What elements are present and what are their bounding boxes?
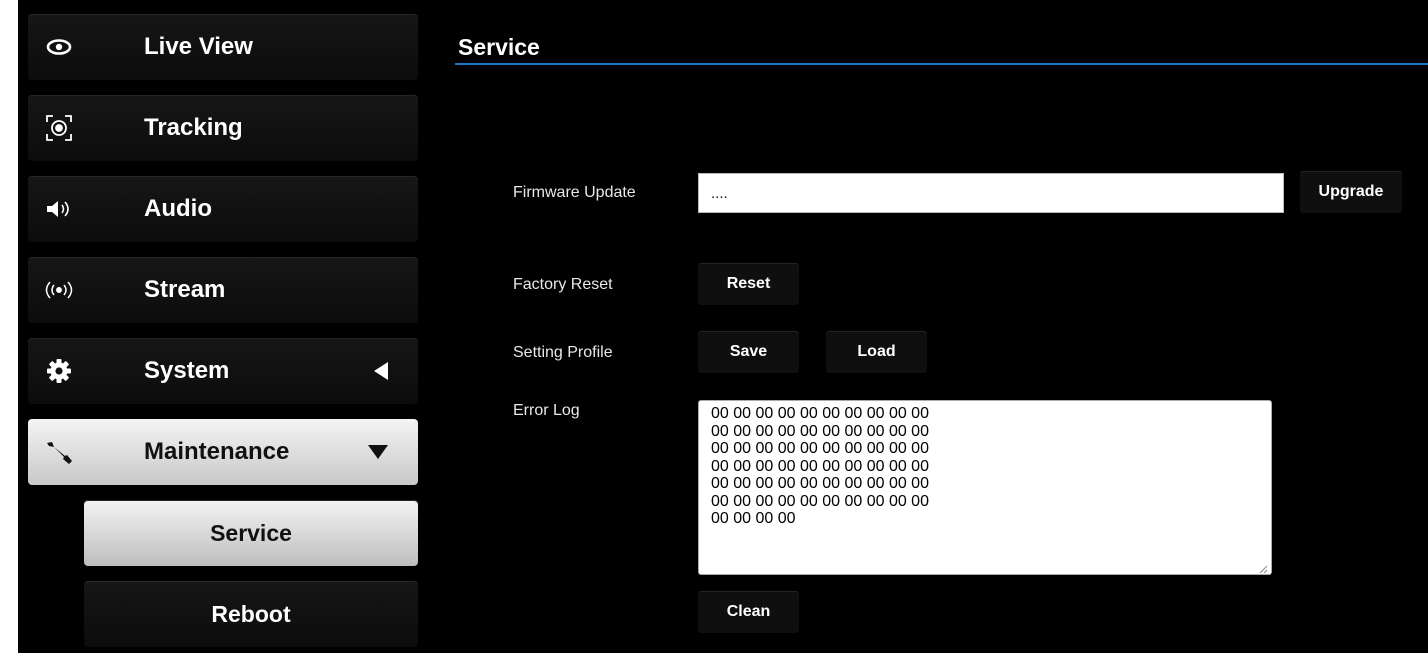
log-line: 00 00 00 00 00 00 00 00 00 00: [711, 440, 929, 457]
wrench-icon: [28, 419, 90, 485]
log-line: 00 00 00 00 00 00 00 00 00 00: [711, 475, 929, 492]
app-window: Live View Tracking Audio Stream System M…: [0, 0, 1428, 653]
sidebar-subitem-label: Reboot: [211, 600, 291, 627]
log-line: 00 00 00 00 00 00 00 00 00 00: [711, 422, 929, 440]
chevron-down-icon: [368, 419, 388, 485]
chevron-left-icon: [374, 338, 388, 404]
page-title: Service: [458, 34, 540, 60]
sidebar-item-label: Maintenance: [144, 438, 290, 465]
log-line: 00 00 00 00: [711, 510, 796, 527]
sidebar-item-audio[interactable]: Audio: [28, 176, 418, 242]
sidebar-item-maintenance[interactable]: Maintenance: [28, 419, 418, 485]
sidebar-item-label: Tracking: [144, 114, 243, 141]
resize-handle-icon[interactable]: [1258, 561, 1268, 574]
error-log-textarea[interactable]: 00 00 00 00 00 00 00 00 00 00 00 00 00 0…: [698, 400, 1272, 575]
sidebar-subitem-reboot[interactable]: Reboot: [84, 581, 418, 647]
sidebar-item-label: Audio: [144, 195, 212, 222]
sidebar-item-label: Live View: [144, 33, 253, 60]
sidebar-item-tracking[interactable]: Tracking: [28, 95, 418, 161]
title-divider: [455, 63, 1428, 65]
load-button[interactable]: Load: [826, 331, 927, 373]
log-line: 00 00 00 00 00 00 00 00 00 00: [711, 405, 929, 422]
broadcast-icon: [28, 257, 90, 323]
reset-button[interactable]: Reset: [698, 263, 799, 305]
firmware-file-value: ....: [711, 184, 728, 202]
tracking-icon: [28, 95, 90, 161]
factory-reset-label: Factory Reset: [513, 276, 613, 293]
setting-profile-label: Setting Profile: [513, 344, 613, 361]
firmware-update-label: Firmware Update: [513, 184, 636, 201]
sidebar-item-system[interactable]: System: [28, 338, 418, 404]
firmware-file-field[interactable]: ....: [698, 173, 1284, 213]
upgrade-button[interactable]: Upgrade: [1300, 171, 1402, 213]
log-line: 00 00 00 00 00 00 00 00 00 00: [711, 457, 929, 475]
sidebar-item-label: System: [144, 357, 230, 384]
clean-button[interactable]: Clean: [698, 591, 799, 633]
sidebar-item-stream[interactable]: Stream: [28, 257, 418, 323]
speaker-icon: [28, 176, 90, 242]
sidebar-item-label: Stream: [144, 276, 226, 303]
gear-icon: [28, 338, 90, 404]
left-margin: [0, 0, 18, 653]
save-button[interactable]: Save: [698, 331, 799, 373]
sidebar-item-live-view[interactable]: Live View: [28, 14, 418, 80]
eye-icon: [28, 14, 90, 80]
sidebar-subitem-service[interactable]: Service: [84, 500, 418, 566]
error-log-label: Error Log: [513, 402, 580, 419]
sidebar-subitem-label: Service: [210, 519, 292, 546]
log-line: 00 00 00 00 00 00 00 00 00 00: [711, 492, 929, 510]
